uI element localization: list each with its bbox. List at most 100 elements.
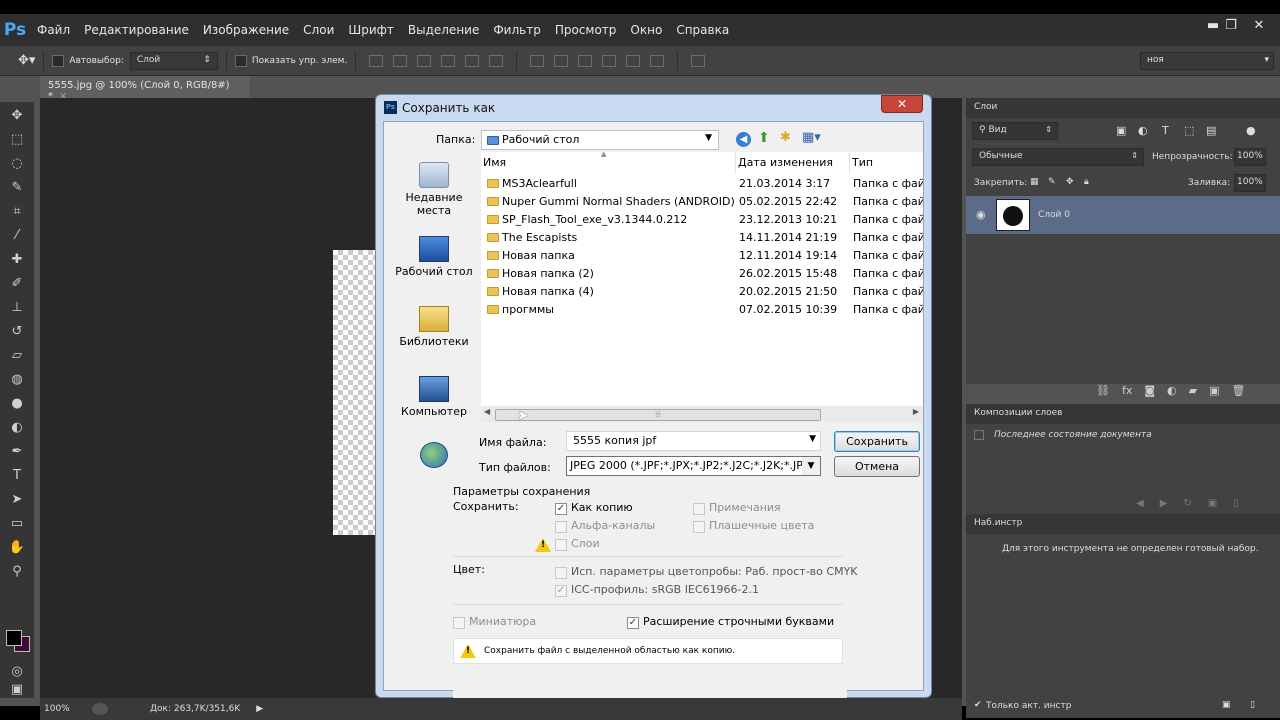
menu-view[interactable]: Просмотр (548, 14, 624, 46)
transparent-canvas[interactable] (333, 250, 377, 535)
quick-mask-icon[interactable]: ◎ (5, 662, 29, 682)
align-right-icon[interactable] (489, 54, 504, 67)
distribute-top-icon[interactable] (530, 54, 545, 67)
share-icon[interactable] (92, 703, 108, 715)
icc-profile-checkbox[interactable]: ✓ (555, 585, 567, 597)
filter-shape-icon[interactable]: ⬚ (1184, 124, 1194, 137)
horizontal-scrollbar[interactable]: ◀ ⦙⦙⦙ ▶ (481, 406, 923, 422)
filetype-dropdown[interactable]: JPEG 2000 (*.JPF;*.JPX;*.JP2;*.J2C;*.J2K… (566, 456, 821, 476)
scroll-thumb[interactable]: ⦙⦙⦙ (495, 409, 821, 421)
play-icon[interactable]: ▶ (256, 704, 263, 714)
proof-setup-checkbox[interactable] (555, 567, 567, 579)
dialog-close-button[interactable]: ✕ (881, 95, 923, 113)
layers-panel-tab[interactable]: Слои (966, 98, 1280, 118)
filename-input[interactable]: 5555 копия jpf ▼ (566, 431, 821, 451)
type-tool-icon[interactable]: T (5, 466, 29, 486)
distribute-left-icon[interactable] (602, 54, 617, 67)
next-icon[interactable]: ▶ (1160, 498, 1168, 509)
filter-type-icon[interactable]: T (1162, 124, 1169, 137)
zoom-level[interactable]: 100% (44, 704, 92, 714)
view-menu-icon[interactable]: ▦▾ (802, 130, 821, 145)
align-left-icon[interactable] (441, 54, 456, 67)
update-icon[interactable]: ↻ (1183, 498, 1191, 509)
place-libraries[interactable]: Библиотеки (394, 306, 474, 348)
file-row[interactable]: Nuper Gummi Normal Shaders (ANDROID) 05.0… (481, 193, 923, 211)
quick-select-tool-icon[interactable]: ✎ (5, 178, 29, 198)
distribute-bottom-icon[interactable] (578, 54, 593, 67)
file-row[interactable]: прогммы 07.02.2015 10:39 Папка с файл (481, 301, 923, 319)
lock-transparency-icon[interactable]: ▦ (1030, 177, 1039, 187)
folder-icon[interactable]: ▰ (1189, 384, 1197, 397)
foreground-color-swatch[interactable] (6, 630, 22, 646)
file-row[interactable]: SP_Flash_Tool_exe_v3.1344.0.212 23.12.201… (481, 211, 923, 229)
folder-dropdown[interactable]: Рабочий стол ▼ (481, 130, 719, 150)
current-tool-only-checkbox[interactable]: ✔ (974, 700, 982, 710)
layer-comp-item[interactable]: Последнее состояние документа (994, 430, 1152, 440)
trash-icon[interactable]: 🗑︎ (1232, 384, 1246, 397)
new-layer-icon[interactable]: ▣ (1209, 384, 1219, 397)
scroll-right-icon[interactable]: ▶ (913, 407, 919, 416)
file-row[interactable]: Новая папка (4) 20.02.2015 21:50 Папка с ф… (481, 283, 923, 301)
distribute-hcenter-icon[interactable] (626, 54, 641, 67)
filter-adjust-icon[interactable]: ◐ (1138, 124, 1148, 137)
restore-button[interactable]: ❐ (1222, 18, 1240, 33)
column-name[interactable]: Имя ▲ (481, 150, 731, 174)
tool-presets-tab[interactable]: Наб.инстр (966, 514, 1280, 534)
column-type[interactable]: Тип (849, 152, 923, 174)
place-desktop[interactable]: Рабочий стол (394, 236, 474, 278)
distribute-vcenter-icon[interactable] (554, 54, 569, 67)
menu-filter[interactable]: Фильтр (486, 14, 547, 46)
new-preset-icon[interactable]: ▣ (1222, 700, 1231, 710)
fill-input[interactable]: 100% (1234, 174, 1266, 192)
blur-tool-icon[interactable]: ● (5, 394, 29, 414)
align-bottom-icon[interactable] (417, 54, 432, 67)
mask-icon[interactable]: ◙ (1144, 384, 1155, 397)
back-icon[interactable]: ◀ (736, 132, 751, 147)
comp-apply-box[interactable] (974, 430, 984, 440)
trash-icon[interactable]: ▯ (1233, 498, 1239, 509)
file-row[interactable]: MS3Aclearfull 21.03.2014 3:17 Папка с файл (481, 175, 923, 193)
column-date[interactable]: Дата изменения (735, 152, 847, 174)
layer-name[interactable]: Слой 0 (1038, 210, 1070, 220)
lock-position-icon[interactable]: ✥ (1066, 177, 1074, 187)
place-computer[interactable]: Компьютер (394, 376, 474, 418)
show-controls-checkbox[interactable] (234, 54, 247, 67)
file-row[interactable]: Новая папка 12.11.2014 19:14 Папка с файл (481, 247, 923, 265)
new-folder-icon[interactable]: ✱ (780, 130, 791, 145)
history-brush-tool-icon[interactable]: ↺ (5, 322, 29, 342)
move-tool-icon[interactable]: ✥▾ (18, 53, 35, 68)
menu-window[interactable]: Окно (623, 14, 669, 46)
filter-toggle-icon[interactable]: ● (1246, 124, 1256, 137)
eyedropper-tool-icon[interactable]: ⁄ (5, 226, 29, 246)
new-comp-icon[interactable]: ▣ (1208, 498, 1217, 509)
menu-select[interactable]: Выделение (401, 14, 486, 46)
cancel-button[interactable]: Отмена (834, 456, 920, 477)
trash-icon[interactable]: ▯ (1250, 700, 1255, 710)
close-button[interactable]: ✕ (1250, 18, 1268, 33)
layer-row[interactable]: ◉ Слой 0 (966, 196, 1280, 234)
eraser-tool-icon[interactable]: ▱ (5, 346, 29, 366)
marquee-tool-icon[interactable]: ⬚ (5, 130, 29, 150)
menu-edit[interactable]: Редактирование (77, 14, 196, 46)
autoselect-dropdown[interactable]: Слой ⇕ (129, 51, 218, 70)
alpha-channels-checkbox[interactable] (555, 521, 567, 533)
lock-pixels-icon[interactable]: ✎ (1048, 177, 1056, 187)
notes-checkbox[interactable] (693, 503, 705, 515)
as-copy-checkbox[interactable]: ✓ (555, 503, 567, 515)
path-select-tool-icon[interactable]: ➤ (5, 490, 29, 510)
spot-colors-checkbox[interactable] (693, 521, 705, 533)
hand-tool-icon[interactable]: ✋ (5, 538, 29, 558)
align-top-icon[interactable] (369, 54, 384, 67)
menu-image[interactable]: Изображение (196, 14, 296, 46)
layer-comps-tab[interactable]: Композиции слоев (966, 404, 1280, 424)
align-vcenter-icon[interactable] (393, 54, 408, 67)
minimize-button[interactable]: ▬ (1204, 18, 1222, 33)
workspace-dropdown[interactable]: ноя ▾ (1140, 52, 1274, 70)
menu-file[interactable]: Файл (30, 14, 77, 46)
place-network[interactable] (394, 442, 474, 471)
lowercase-ext-checkbox[interactable]: ✓ (627, 617, 639, 629)
document-tab[interactable]: 5555.jpg @ 100% (Слой 0, RGB/8#) * × (40, 76, 250, 102)
move-tool-icon[interactable]: ✥ (5, 106, 29, 126)
previous-icon[interactable]: ◀ (1136, 498, 1144, 509)
fx-icon[interactable]: fx (1122, 384, 1132, 397)
